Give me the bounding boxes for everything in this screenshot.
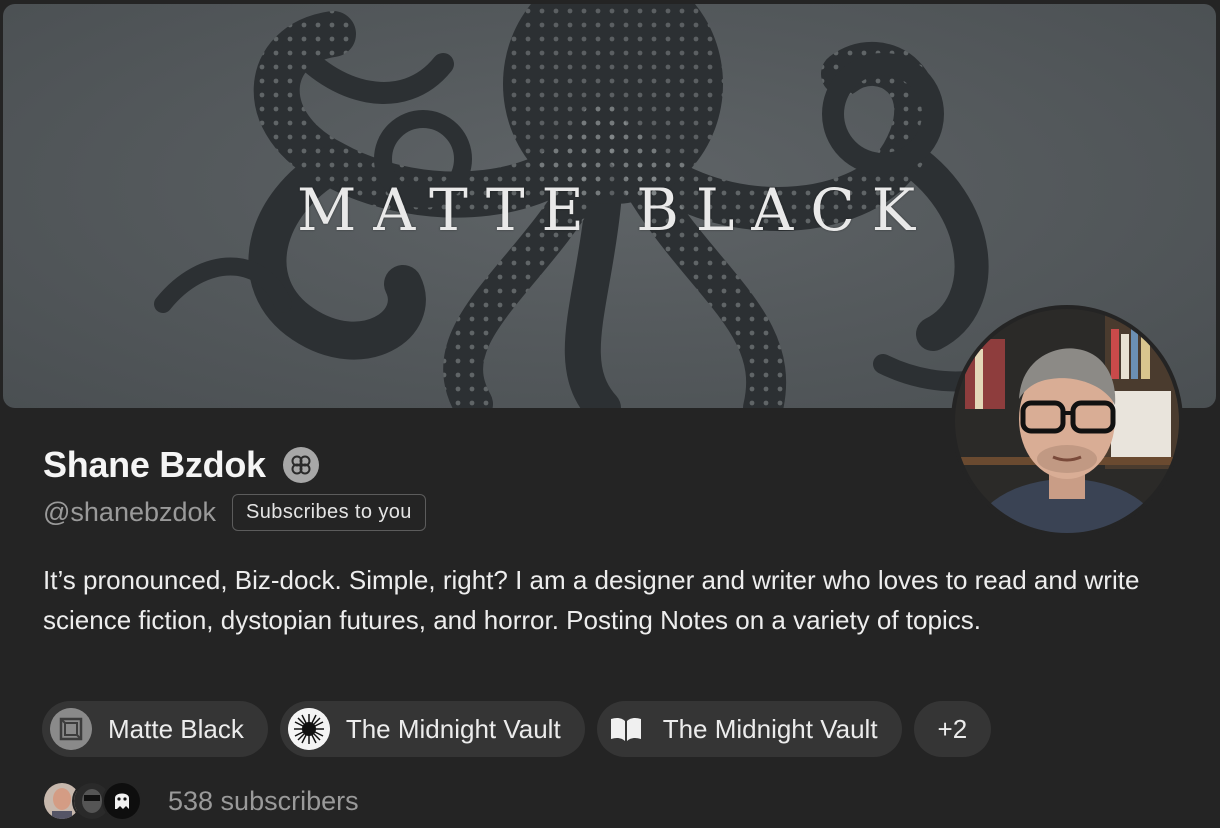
midnight-vault-burst-icon <box>287 708 330 750</box>
banner-title: MATTE BLACK <box>296 176 933 244</box>
publication-label: The Midnight Vault <box>345 713 561 744</box>
subscribes-to-you-badge: Subscribes to you <box>232 494 426 531</box>
subscriber-count[interactable]: 538 subscribers <box>168 786 359 817</box>
publication-label: Matte Black <box>108 713 244 744</box>
avatar-photo <box>955 309 1179 533</box>
matte-black-logo-icon <box>50 708 92 750</box>
open-book-icon <box>605 708 647 750</box>
subscriber-avatar <box>102 781 142 821</box>
publication-label: The Midnight Vault <box>662 713 878 744</box>
publication-pill-midnight-vault-book[interactable]: The Midnight Vault <box>596 701 902 757</box>
profile-name: Shane Bzdok <box>43 444 266 485</box>
publication-list: Matte Black The Midnight Vault The Midni… <box>42 701 992 757</box>
profile-avatar[interactable] <box>951 305 1183 537</box>
clover-badge-icon <box>282 447 319 483</box>
profile-handle: @shanebzdok <box>43 497 217 527</box>
profile-bio: It’s pronounced, Biz-dock. Simple, right… <box>43 565 1140 635</box>
publication-pill-midnight-vault[interactable]: The Midnight Vault <box>279 701 585 757</box>
publication-pill-matte-black[interactable]: Matte Black <box>42 701 268 757</box>
more-publications-button[interactable]: +2 <box>913 701 992 757</box>
